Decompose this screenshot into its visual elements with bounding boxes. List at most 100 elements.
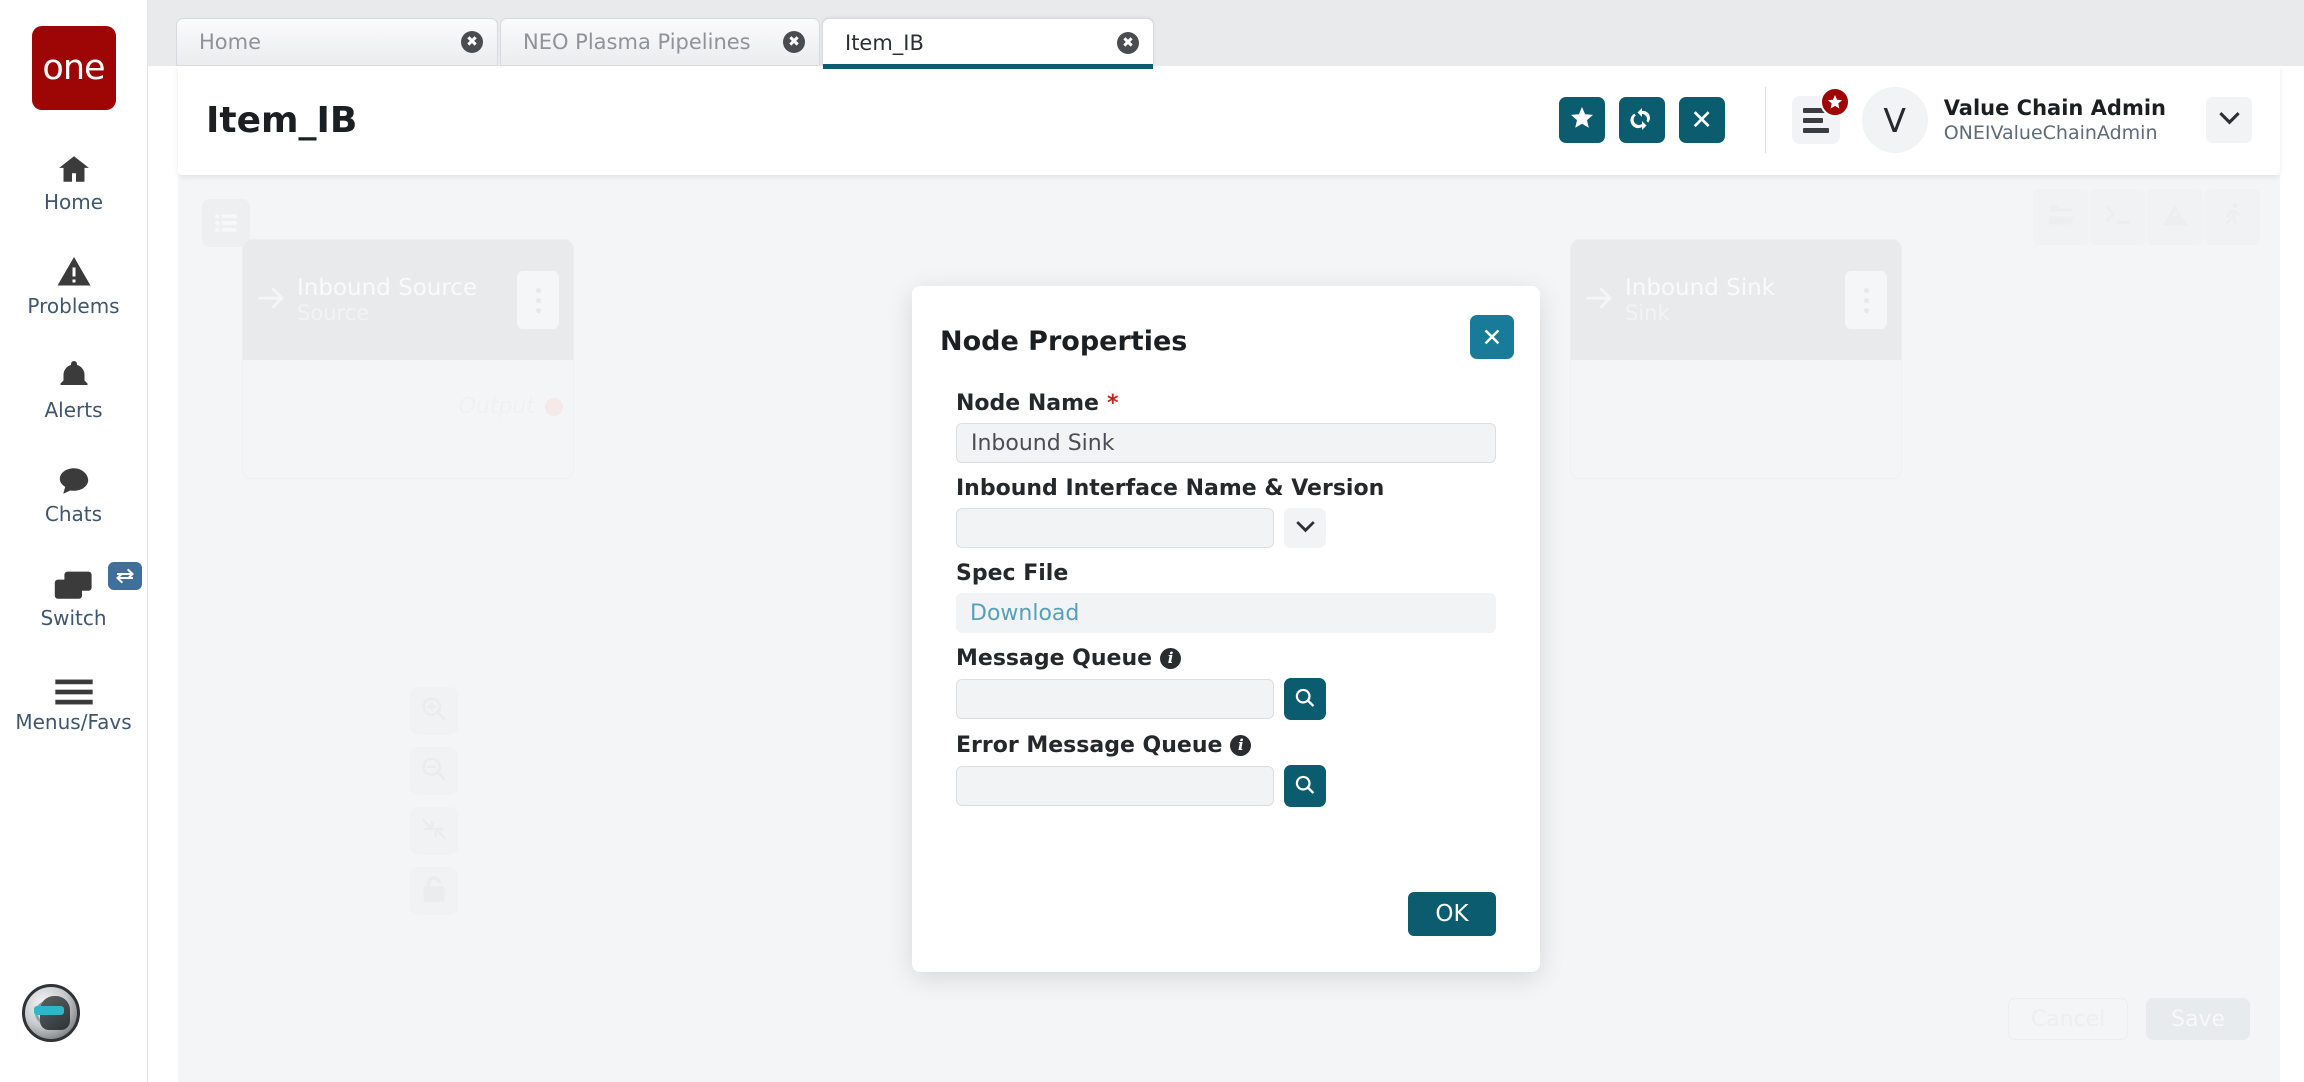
bot-head <box>40 996 70 1030</box>
dialog-body: Node Name * Inbound Interface Name & Ver… <box>956 391 1496 820</box>
bot-visor <box>34 1006 64 1015</box>
field-inbound-interface: Inbound Interface Name & Version <box>956 476 1496 548</box>
magnify-minus-icon <box>420 755 448 788</box>
required-marker: * <box>1107 391 1119 416</box>
field-label-inbound-interface: Inbound Interface Name & Version <box>956 476 1496 501</box>
info-icon[interactable]: i <box>1160 648 1181 669</box>
sidebar-item-chats[interactable]: Chats <box>14 456 134 526</box>
field-label-error-message-queue: Error Message Queue i <box>956 733 1496 758</box>
node-subtitle: Source <box>297 301 369 325</box>
node-title: Inbound Sink <box>1625 275 1775 301</box>
user-login: ONEIValueChainAdmin <box>1944 122 2166 144</box>
close-button[interactable]: ✕ <box>1679 97 1725 143</box>
sidebar-item-menus-favs[interactable]: Menus/Favs <box>14 664 134 734</box>
sidebar-item-switch[interactable]: Switch <box>14 560 134 630</box>
error-message-queue-input[interactable] <box>956 766 1274 806</box>
close-circle-icon[interactable]: ✖ <box>1117 32 1139 54</box>
inbound-interface-dropdown-button[interactable] <box>1284 508 1326 548</box>
close-circle-icon[interactable]: ✖ <box>461 31 483 53</box>
dialog-footer: OK <box>1408 892 1496 936</box>
spec-file-download-link[interactable]: Download <box>970 601 1079 626</box>
bell-icon <box>55 352 93 394</box>
sidebar-label-alerts: Alerts <box>44 398 102 422</box>
sidebar-label-home: Home <box>44 190 103 214</box>
node-inbound-sink[interactable]: Inbound Sink Sink <box>1570 239 1902 479</box>
favorite-button[interactable] <box>1559 97 1605 143</box>
list-view-icon[interactable] <box>202 199 250 247</box>
zoom-out-tool[interactable] <box>410 747 458 795</box>
unlock-icon <box>421 875 447 908</box>
refresh-button[interactable] <box>1619 97 1665 143</box>
zoom-in-tool[interactable] <box>410 687 458 735</box>
label-text: Inbound Interface Name & Version <box>956 476 1384 501</box>
swap-arrows-icon[interactable] <box>108 562 142 590</box>
chevron-down-icon <box>1296 520 1315 536</box>
robot-assistant-icon[interactable] <box>22 984 80 1042</box>
chevron-down-icon <box>2219 111 2240 130</box>
one-logo[interactable]: one <box>32 26 116 110</box>
save-button[interactable]: Save <box>2146 998 2250 1040</box>
node-header: Inbound Sink Sink <box>1571 240 1901 360</box>
info-icon[interactable]: i <box>1230 735 1251 756</box>
header-actions: ✕ V Value Chain Admin ONEIValueChainAdmi… <box>1545 65 2280 175</box>
fit-screen-tool[interactable] <box>410 807 458 855</box>
label-text: Message Queue <box>956 646 1152 671</box>
mountain-image-icon <box>2161 203 2189 232</box>
sidebar-item-problems[interactable]: Problems <box>14 248 134 318</box>
tab-item-ib[interactable]: Item_IB ✖ <box>822 18 1154 66</box>
inbound-interface-input[interactable] <box>956 508 1274 548</box>
tab-neo-plasma-pipelines[interactable]: NEO Plasma Pipelines ✖ <box>500 18 820 66</box>
lock-tool[interactable] <box>410 867 458 915</box>
sidebar-label-problems: Problems <box>27 294 119 318</box>
terminal-tool[interactable] <box>2090 189 2146 245</box>
kebab-menu-icon[interactable] <box>517 271 559 329</box>
hamburger-icon <box>54 664 94 706</box>
avatar[interactable]: V <box>1862 87 1928 153</box>
field-node-name: Node Name * <box>956 391 1496 463</box>
dialog-close-button[interactable]: ✕ <box>1470 315 1514 359</box>
tab-strip: Home ✖ NEO Plasma Pipelines ✖ Item_IB ✖ <box>148 0 2304 66</box>
ok-button[interactable]: OK <box>1408 892 1496 936</box>
star-icon <box>1570 107 1594 133</box>
tab-home[interactable]: Home ✖ <box>176 18 498 66</box>
tab-label: Home <box>199 30 451 54</box>
sidebar-item-alerts[interactable]: Alerts <box>14 352 134 422</box>
menu-list-icon[interactable] <box>1792 96 1840 144</box>
close-circle-icon[interactable]: ✖ <box>783 31 805 53</box>
field-label-message-queue: Message Queue i <box>956 646 1496 671</box>
image-tool[interactable] <box>2147 189 2203 245</box>
label-text: Error Message Queue <box>956 733 1222 758</box>
arrow-right-icon <box>1585 286 1615 315</box>
message-queue-search-button[interactable] <box>1284 678 1326 720</box>
spec-file-box: Download <box>956 593 1496 633</box>
message-queue-input[interactable] <box>956 679 1274 719</box>
sidebar-item-home[interactable]: Home <box>14 144 134 214</box>
message-queue-row <box>956 678 1496 720</box>
node-titles: Inbound Source Source <box>297 275 517 325</box>
field-label-spec-file: Spec File <box>956 561 1496 586</box>
node-titles: Inbound Sink Sink <box>1625 275 1845 325</box>
page-title: Item_IB <box>206 100 357 141</box>
user-menu-toggle[interactable] <box>2206 97 2252 143</box>
tab-label: NEO Plasma Pipelines <box>523 30 773 54</box>
kebab-menu-icon[interactable] <box>1845 271 1887 329</box>
run-tool[interactable] <box>2204 189 2260 245</box>
node-header: Inbound Source Source <box>243 240 573 360</box>
field-label-node-name: Node Name * <box>956 391 1496 416</box>
folder-tool[interactable] <box>2033 189 2089 245</box>
node-name-input[interactable] <box>956 423 1496 463</box>
left-sidebar: one Home Problems Alerts Chats <box>0 0 148 1082</box>
label-text: Spec File <box>956 561 1068 586</box>
x-icon: ✕ <box>1690 107 1713 134</box>
node-inbound-source[interactable]: Inbound Source Source Output <box>242 239 574 479</box>
tab-label: Item_IB <box>845 31 1107 55</box>
node-output-port[interactable]: Output <box>459 394 563 419</box>
folder-open-icon <box>2047 203 2075 232</box>
sidebar-label-chats: Chats <box>45 502 102 526</box>
windows-switch-icon <box>53 560 95 602</box>
cancel-button[interactable]: Cancel <box>2008 998 2128 1040</box>
node-properties-dialog: Node Properties ✕ Node Name * Inbound In… <box>912 286 1540 972</box>
node-port-label: Output <box>459 394 535 419</box>
error-message-queue-search-button[interactable] <box>1284 765 1326 807</box>
user-info[interactable]: Value Chain Admin ONEIValueChainAdmin <box>1944 96 2166 144</box>
